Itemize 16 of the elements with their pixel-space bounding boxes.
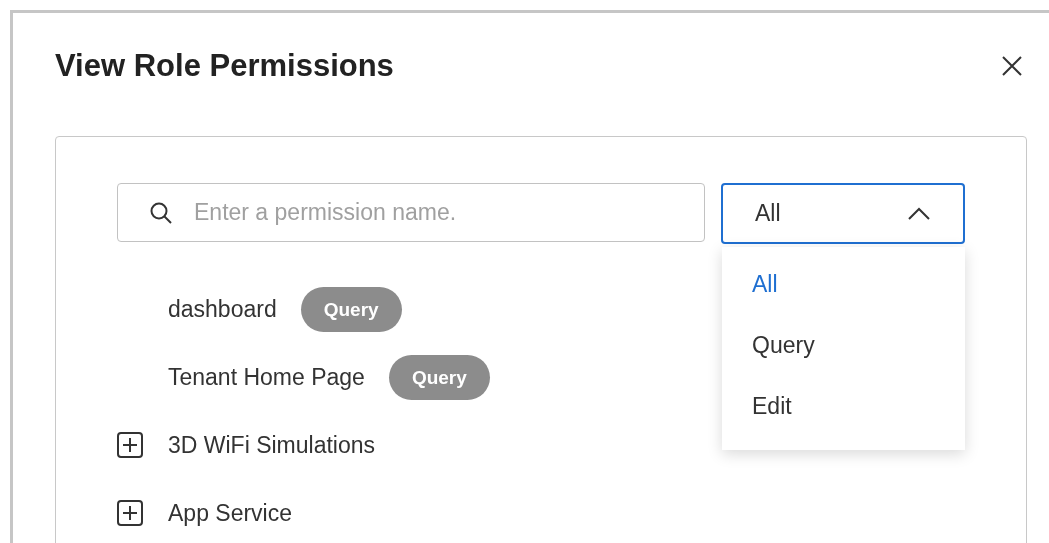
dropdown-option[interactable]: Edit — [722, 376, 965, 437]
dropdown-option[interactable]: All — [722, 254, 965, 315]
dropdown-option[interactable]: Query — [722, 315, 965, 376]
tree-item[interactable]: 3D WiFi Simulations — [168, 431, 376, 459]
search-field[interactable]: Enter a permission name. — [117, 183, 705, 242]
tree-item[interactable]: App Service — [168, 499, 292, 527]
expand-icon[interactable] — [117, 500, 143, 526]
permission-tag: Query — [388, 354, 490, 400]
filter-select[interactable]: All — [721, 183, 965, 244]
chevron-up-icon — [907, 206, 931, 221]
expand-icon[interactable] — [117, 432, 143, 458]
permission-tag: Query — [300, 286, 402, 332]
dialog-title: View Role Permissions — [55, 47, 394, 84]
close-icon[interactable] — [1001, 54, 1023, 77]
tree-item[interactable]: Tenant Home Page — [168, 363, 365, 391]
tree-item[interactable]: dashboard — [168, 295, 277, 323]
